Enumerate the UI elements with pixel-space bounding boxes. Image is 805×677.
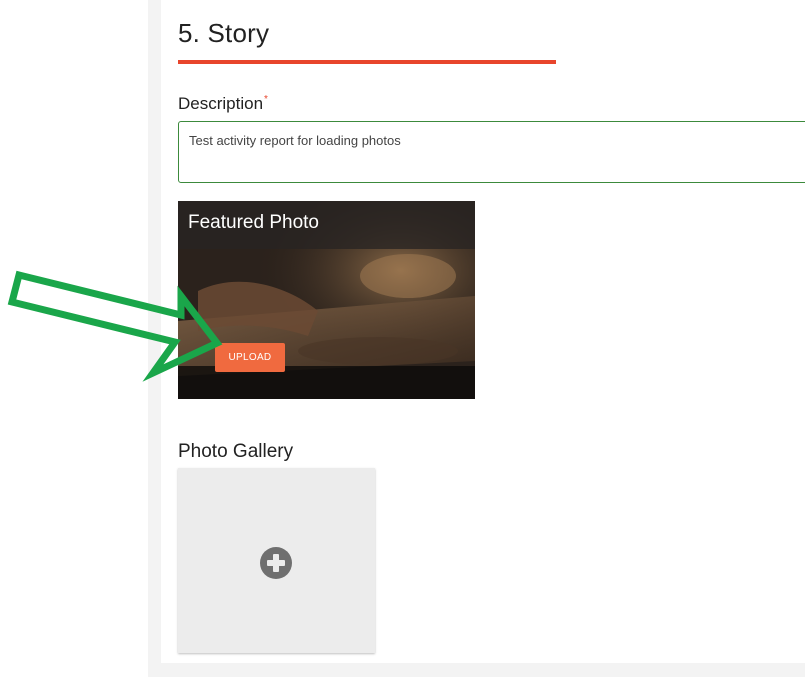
- photo-gallery-label: Photo Gallery: [178, 441, 294, 462]
- required-marker: *: [264, 94, 268, 105]
- section-title: 5. Story: [178, 18, 270, 48]
- description-field[interactable]: Test activity report for loading photos: [178, 121, 805, 183]
- description-label: Description*: [178, 94, 268, 114]
- upload-button[interactable]: UPLOAD: [215, 343, 285, 372]
- page-footer-strip: [148, 663, 805, 677]
- description-label-text: Description: [178, 94, 264, 113]
- page-gutter: [148, 0, 161, 677]
- story-page: 5. Story Description* Test activity repo…: [0, 0, 805, 677]
- plus-circle-icon[interactable]: [259, 546, 293, 580]
- featured-photo-header: Featured Photo: [178, 201, 475, 249]
- featured-photo-card: Featured Photo UPLOAD: [178, 201, 475, 399]
- featured-photo-title: Featured Photo: [188, 212, 319, 233]
- add-photo-tile[interactable]: [178, 468, 375, 653]
- section-title-underline: [178, 60, 556, 64]
